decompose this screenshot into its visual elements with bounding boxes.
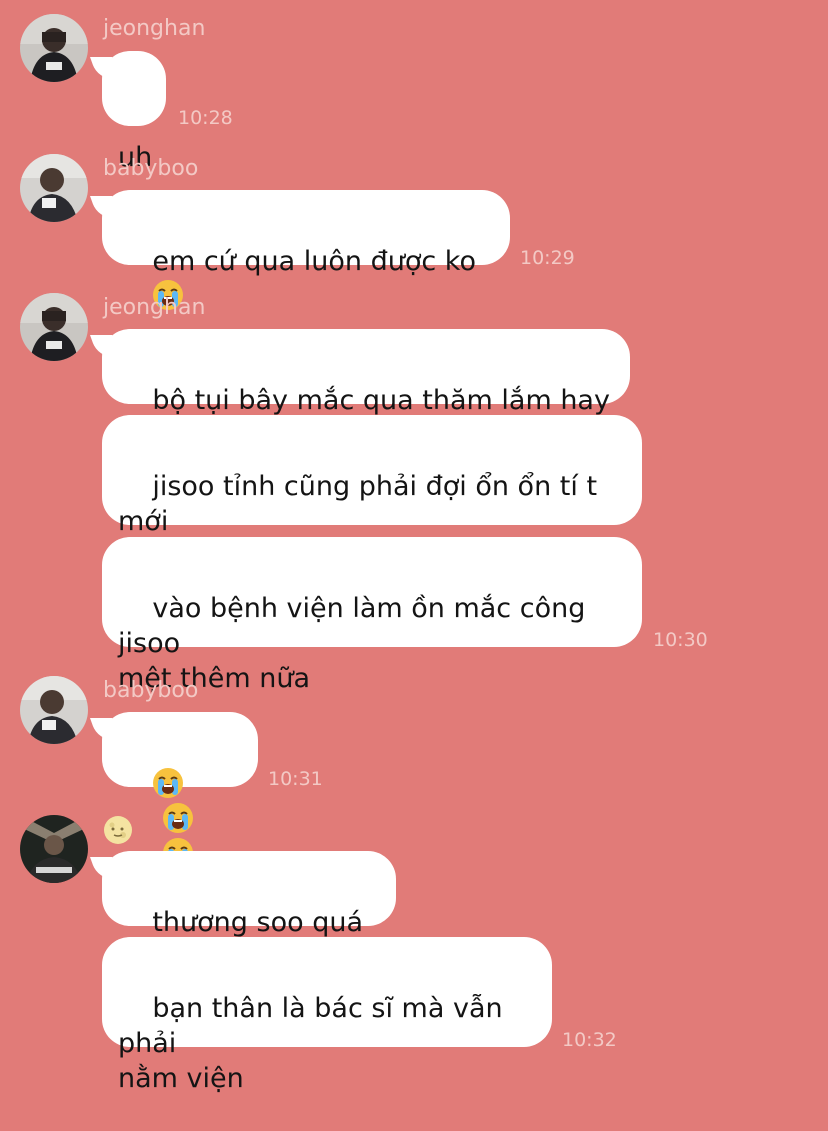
sender-name: jeonghan — [103, 295, 206, 320]
avatar-jeonghan[interactable] — [20, 14, 88, 82]
message-bubble[interactable]: jisoo tỉnh cũng phải đợi ổn ổn tí t mới … — [102, 415, 642, 572]
message-time: 10:30 — [653, 629, 708, 651]
avatar-moon-sender[interactable] — [20, 815, 88, 883]
message-bubble[interactable]: em cứ qua luôn được ko — [102, 190, 510, 310]
sender-name: babyboo — [103, 678, 199, 703]
moon-face-icon — [104, 816, 132, 844]
sender-name: babyboo — [103, 156, 199, 181]
loudly-crying-face-icon — [163, 803, 194, 833]
avatar-babyboo[interactable] — [20, 154, 88, 222]
message-text: em cứ qua luôn được ko — [152, 246, 476, 277]
message-time: 10:28 — [178, 107, 233, 129]
loudly-crying-face-icon — [153, 768, 184, 798]
sender-name: jeonghan — [103, 16, 206, 41]
message-bubble[interactable] — [102, 712, 258, 868]
message-bubble[interactable]: vào bệnh viện làm ồn mắc công jisoo mệt … — [102, 537, 642, 694]
message-time: 10:31 — [268, 768, 323, 790]
message-text: bạn thân là bác sĩ mà vẫn phải nằm viện — [118, 993, 503, 1094]
message-time: 10:32 — [562, 1029, 617, 1051]
message-bubble[interactable]: bộ tụi bây mắc qua thăm lắm hay gì? — [102, 329, 630, 451]
message-bubble[interactable]: uh — [102, 51, 166, 173]
message-time: 10:29 — [520, 247, 575, 269]
avatar-babyboo[interactable] — [20, 676, 88, 744]
message-bubble[interactable]: thương soo quá — [102, 851, 396, 971]
message-bubble[interactable]: bạn thân là bác sĩ mà vẫn phải nằm viện — [102, 937, 552, 1094]
avatar-jeonghan[interactable] — [20, 293, 88, 361]
message-text: thương soo quá — [152, 907, 363, 938]
